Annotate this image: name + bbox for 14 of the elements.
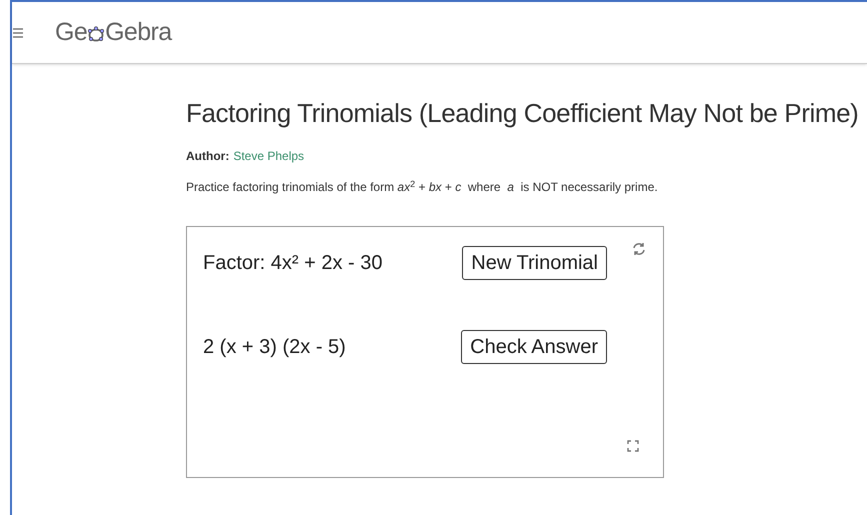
logo-text: Gebra	[105, 16, 172, 48]
logo-icon	[87, 25, 106, 43]
math-text: Factor: 4x² + 2x - 30	[203, 251, 383, 276]
menu-icon[interactable]	[13, 28, 23, 38]
applet-button[interactable]: New Trinomial	[462, 246, 607, 280]
page-title: Factoring Trinomials (Leading Coefficient May Not be Prime)	[186, 97, 860, 130]
refresh-icon[interactable]	[631, 241, 647, 257]
math-text: 2 (x + 3) (2x - 5)	[203, 335, 346, 360]
logo-text: Ge	[55, 16, 88, 48]
author-label: Author:	[186, 148, 230, 165]
fullscreen-icon[interactable]	[627, 440, 639, 452]
description-text: Practice factoring trinomials of the form ax$^{2}$ + bx + c where a is NOT necessarily prime.	[186, 178, 659, 196]
applet-button[interactable]: Check Answer	[461, 330, 607, 364]
author-link[interactable]: Steve Phelps	[233, 147, 304, 165]
